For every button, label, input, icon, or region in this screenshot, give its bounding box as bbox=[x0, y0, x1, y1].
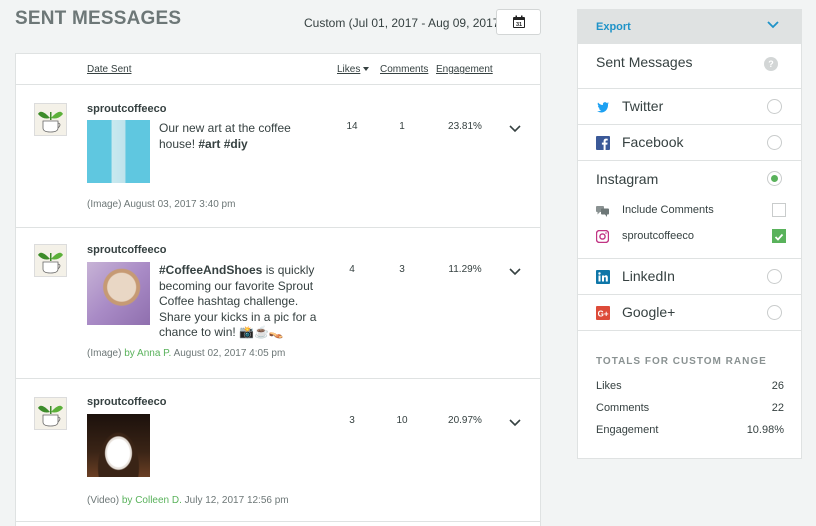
table-row: sproutcoffeeco #CoffeeAndShoes is quickl… bbox=[16, 228, 540, 379]
radio-linkedin[interactable] bbox=[767, 269, 782, 284]
column-engagement[interactable]: Engagement bbox=[436, 64, 493, 75]
radio-facebook[interactable] bbox=[767, 135, 782, 150]
post-likes: 14 bbox=[346, 121, 358, 132]
include-comments-checkbox[interactable] bbox=[772, 203, 786, 217]
post-handle[interactable]: sproutcoffeeco bbox=[87, 396, 166, 408]
total-engagement: Engagement 10.98% bbox=[596, 424, 784, 436]
section-header: Sent Messages ? bbox=[578, 44, 801, 89]
chevron-down-icon bbox=[767, 21, 779, 29]
table-row: sproutcoffeeco Our new art at the coffee… bbox=[16, 85, 540, 228]
total-likes: Likes 26 bbox=[596, 380, 784, 392]
chevron-down-icon[interactable] bbox=[509, 268, 521, 276]
network-label: Twitter bbox=[622, 98, 664, 114]
post-comments: 10 bbox=[396, 415, 408, 426]
page-title: SENT MESSAGES bbox=[15, 8, 182, 29]
export-panel: Export Sent Messages ? Twitter Facebook … bbox=[577, 9, 802, 459]
post-comments: 3 bbox=[399, 264, 405, 275]
radio-twitter[interactable] bbox=[767, 99, 782, 114]
twitter-icon bbox=[597, 102, 609, 113]
total-comments: Comments 22 bbox=[596, 402, 784, 414]
account-label: sproutcoffeeco bbox=[622, 230, 694, 242]
linkedin-icon bbox=[596, 270, 610, 284]
post-handle[interactable]: sproutcoffeeco bbox=[87, 244, 166, 256]
instagram-icon bbox=[596, 230, 609, 243]
googleplus-icon: G+ bbox=[596, 306, 610, 320]
post-thumbnail[interactable] bbox=[87, 120, 150, 183]
sent-messages-table: Date Sent Likes Comments Engagement spro… bbox=[15, 53, 541, 526]
post-text: #CoffeeAndShoes is quickly becoming our … bbox=[159, 263, 317, 339]
column-likes[interactable]: Likes bbox=[337, 64, 370, 75]
chevron-down-icon[interactable] bbox=[509, 419, 521, 427]
svg-text:G+: G+ bbox=[598, 310, 609, 319]
facebook-icon bbox=[596, 136, 610, 150]
network-option-facebook[interactable]: Facebook bbox=[578, 125, 801, 161]
table-header: Date Sent Likes Comments Engagement bbox=[16, 54, 540, 85]
network-label: LinkedIn bbox=[622, 268, 675, 284]
post-comments: 1 bbox=[399, 121, 405, 132]
calendar-button[interactable]: 31 bbox=[496, 9, 541, 35]
post-likes: 3 bbox=[349, 415, 355, 426]
column-comments[interactable]: Comments bbox=[380, 64, 428, 75]
section-title: Sent Messages bbox=[596, 54, 693, 70]
network-label: Google+ bbox=[622, 304, 676, 320]
checkmark-icon bbox=[774, 233, 784, 241]
post-meta: (Video) by Colleen D. July 12, 2017 12:5… bbox=[87, 495, 289, 506]
sort-desc-icon bbox=[363, 67, 370, 72]
post-engagement: 20.97% bbox=[448, 415, 482, 426]
network-option-googleplus[interactable]: G+ Google+ bbox=[578, 295, 801, 331]
author-link[interactable]: Colleen D. bbox=[135, 495, 182, 506]
export-label: Export bbox=[596, 21, 631, 33]
network-option-instagram[interactable]: Instagram Include Comments sproutcoffeec… bbox=[578, 161, 801, 259]
avatar bbox=[34, 244, 67, 277]
svg-text:31: 31 bbox=[515, 22, 521, 28]
post-engagement: 11.29% bbox=[448, 264, 482, 275]
post-handle[interactable]: sproutcoffeeco bbox=[87, 103, 166, 115]
avatar bbox=[34, 103, 67, 136]
network-label: Instagram bbox=[596, 171, 659, 187]
account-checkbox[interactable] bbox=[772, 229, 786, 243]
account-option[interactable]: sproutcoffeeco bbox=[596, 229, 786, 245]
post-text: Our new art at the coffee house! #art #d… bbox=[159, 121, 291, 151]
chevron-down-icon[interactable] bbox=[509, 125, 521, 133]
post-meta: (Image) by Anna P. August 02, 2017 4:05 … bbox=[87, 348, 286, 359]
include-comments-label: Include Comments bbox=[622, 204, 714, 216]
post-thumbnail[interactable] bbox=[87, 262, 150, 325]
post-engagement: 23.81% bbox=[448, 121, 482, 132]
comments-icon bbox=[596, 206, 609, 217]
help-icon[interactable]: ? bbox=[764, 57, 778, 71]
network-option-linkedin[interactable]: LinkedIn bbox=[578, 259, 801, 295]
author-link[interactable]: Anna P. bbox=[137, 348, 171, 359]
post-thumbnail[interactable] bbox=[87, 414, 150, 477]
avatar bbox=[34, 397, 67, 430]
calendar-icon: 31 bbox=[512, 15, 525, 28]
column-date-sent[interactable]: Date Sent bbox=[87, 64, 131, 75]
network-label: Facebook bbox=[622, 134, 684, 150]
post-meta: (Image) August 03, 2017 3:40 pm bbox=[87, 199, 236, 210]
radio-googleplus[interactable] bbox=[767, 305, 782, 320]
totals-title: TOTALS FOR CUSTOM RANGE bbox=[596, 356, 767, 367]
export-dropdown[interactable]: Export bbox=[578, 10, 801, 44]
network-option-twitter[interactable]: Twitter bbox=[578, 89, 801, 125]
radio-instagram[interactable] bbox=[767, 171, 782, 186]
table-row: sproutcoffeeco 3 10 20.97% (Video) by Co… bbox=[16, 379, 540, 522]
include-comments-option[interactable]: Include Comments bbox=[596, 203, 786, 219]
post-likes: 4 bbox=[349, 264, 355, 275]
date-range-label: Custom (Jul 01, 2017 - Aug 09, 2017) bbox=[304, 16, 504, 30]
